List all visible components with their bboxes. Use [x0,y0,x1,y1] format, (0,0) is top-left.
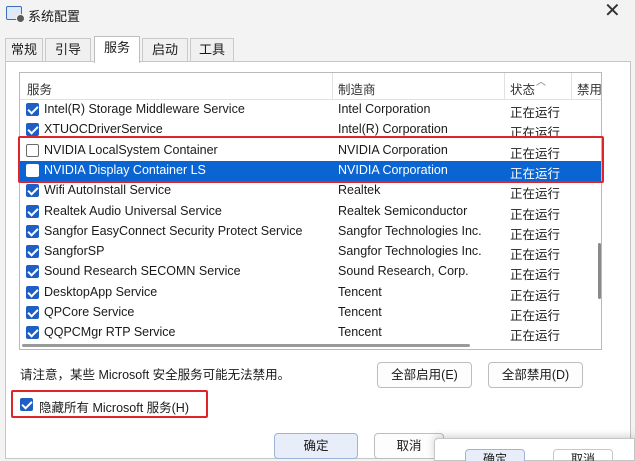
manufacturer: Intel(R) Corporation [338,122,448,137]
checkbox-checked-icon[interactable] [26,326,39,340]
tab-services[interactable]: 服务 [94,36,140,63]
manufacturer: NVIDIA Corporation [338,162,448,177]
checkbox-checked-icon[interactable] [26,103,39,116]
table-row[interactable]: Intel(R) Storage Middleware Service Intel… [20,100,601,120]
service-name: Realtek Audio Universal Service [44,203,222,218]
column-service[interactable]: 服务 [27,79,52,98]
checkbox-checked-icon[interactable] [20,398,33,411]
service-name: Sound Research SECOMN Service [44,264,241,279]
security-note: 请注意，某些 Microsoft 安全服务可能无法禁用。 [20,368,291,382]
status: 正在运行 [510,106,561,120]
manufacturer: Realtek Semiconductor [338,203,468,218]
overlay-cancel-button[interactable]: 取消 [553,449,613,461]
manufacturer: Realtek [338,183,381,198]
tab-tools[interactable]: 工具 [190,38,234,62]
service-name: SangforSP [44,244,105,259]
enable-all-button[interactable]: 全部启用(E) [377,362,472,388]
status: 正在运行 [510,329,561,344]
services-list[interactable]: 服务 制造商 状态 ︿ 禁用 Intel(R) Storage Middlewa… [19,72,602,350]
close-icon[interactable]: ✕ [604,1,621,21]
list-header: 服务 制造商 状态 ︿ 禁用 [20,73,601,100]
manufacturer: Tencent [338,325,382,340]
table-row[interactable]: Sangfor EasyConnect Security Protect Ser… [20,222,601,242]
service-name: DesktopApp Service [44,284,158,299]
service-name: XTUOCDriverService [44,122,163,137]
status: 正在运行 [510,126,561,141]
checkbox-checked-icon[interactable] [26,123,39,137]
msconfig-icon [6,6,25,23]
service-name: Sangfor EasyConnect Security Protect Ser… [44,223,303,238]
status: 正在运行 [510,146,561,161]
tab-strip: 常规 引导 服务 启动 工具 [0,36,635,63]
table-row[interactable]: DesktopApp Service Tencent 正在运行 [20,283,601,303]
status: 正在运行 [510,309,561,323]
table-row[interactable]: SangforSP Sangfor Technologies Inc. 正在运行 [20,242,601,263]
service-name: Intel(R) Storage Middleware Service [44,102,245,116]
checkbox-checked-icon[interactable] [26,306,39,319]
checkbox-checked-icon[interactable] [26,245,39,259]
manufacturer: Sangfor Technologies Inc. [338,244,482,259]
overlay-dialog-fragment: 确定 取消 [434,438,635,461]
manufacturer: Sound Research, Corp. [338,264,469,279]
service-name: Wifi AutoInstall Service [44,183,172,198]
status: 正在运行 [510,268,561,283]
status: 正在运行 [510,187,561,202]
checkbox-checked-icon[interactable] [26,265,39,279]
ok-button[interactable]: 确定 [274,433,358,459]
manufacturer: NVIDIA Corporation [338,142,448,157]
vertical-scrollbar[interactable] [598,243,601,299]
tab-boot[interactable]: 引导 [45,38,91,62]
tab-general[interactable]: 常规 [5,38,43,62]
table-row[interactable]: XTUOCDriverService Intel(R) Corporation 正在… [20,120,601,141]
checkbox-checked-icon[interactable] [26,224,39,238]
manufacturer: Tencent [338,284,382,299]
disable-all-button[interactable]: 全部禁用(D) [488,362,583,388]
manufacturer: Intel Corporation [338,102,431,116]
column-manufacturer[interactable]: 制造商 [338,79,376,98]
status: 正在运行 [510,288,561,303]
checkbox-checked-icon[interactable] [26,184,39,198]
tab-startup[interactable]: 启动 [142,38,188,62]
status: 正在运行 [510,207,561,222]
window-title: 系统配置 [28,9,81,24]
service-name: NVIDIA LocalSystem Container [44,142,218,157]
overlay-ok-button[interactable]: 确定 [465,449,525,461]
hide-ms-label: 隐藏所有 Microsoft 服务(H) [39,401,190,415]
service-name: QQPCMgr RTP Service [44,325,176,340]
checkbox-checked-icon[interactable] [26,285,39,299]
status: 正在运行 [510,248,561,263]
manufacturer: Tencent [338,305,382,319]
service-name: QPCore Service [44,305,135,319]
table-row[interactable]: Realtek Audio Universal Service Realtek S… [20,202,601,222]
checkbox-unchecked-icon[interactable] [26,163,39,177]
column-disabled-date[interactable]: 禁用 [577,79,601,98]
sort-up-icon: ︿ [536,77,546,88]
table-row[interactable]: QQPCMgr RTP Service Tencent 正在运行 [20,323,601,344]
status: 正在运行 [510,227,561,242]
column-status[interactable]: 状态 [510,79,535,98]
table-row[interactable]: Wifi AutoInstall Service Realtek 正在运行 [20,181,601,202]
table-row[interactable]: NVIDIA Display Container LS NVIDIA Corpor… [20,160,601,181]
status: 正在运行 [510,166,561,181]
table-row[interactable]: Sound Research SECOMN Service Sound Resea… [20,262,601,283]
horizontal-scrollbar[interactable] [22,344,470,347]
checkbox-checked-icon[interactable] [26,204,39,218]
manufacturer: Sangfor Technologies Inc. [338,223,482,238]
service-name: NVIDIA Display Container LS [44,162,206,177]
title-bar: 系统配置 ✕ [0,0,635,30]
checkbox-unchecked-icon[interactable] [26,143,39,157]
table-row[interactable]: QPCore Service Tencent 正在运行 [20,303,601,323]
table-row[interactable]: NVIDIA LocalSystem Container NVIDIA Corpo… [20,141,601,161]
